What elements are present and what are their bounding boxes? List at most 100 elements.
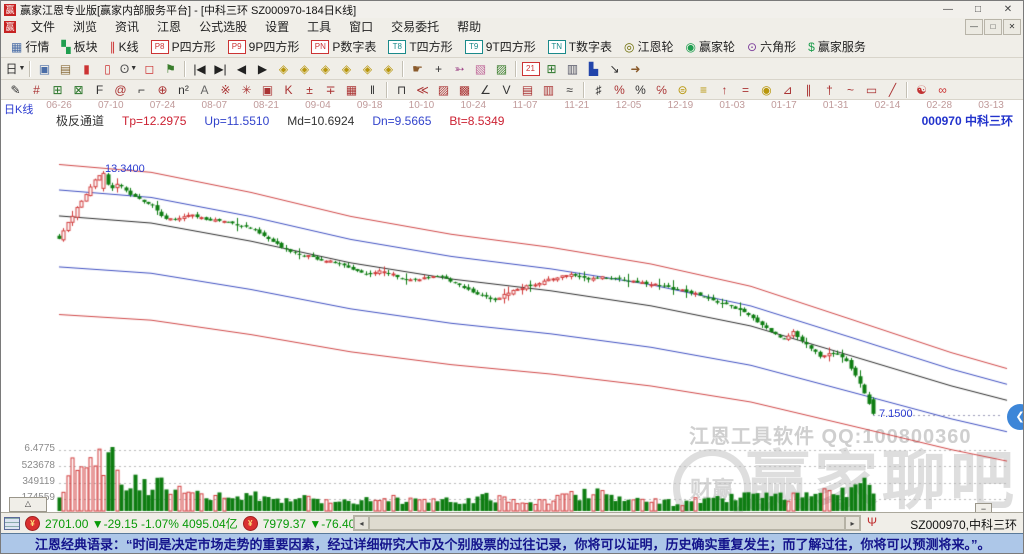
star-tool-tool[interactable]: ✳ (236, 80, 257, 100)
select-tool-tool[interactable]: ➳ (449, 59, 470, 79)
pin-a-tool[interactable]: ± (299, 80, 320, 100)
frame-mark-tool[interactable]: ◻ (139, 59, 160, 79)
box-select-tool[interactable]: ▣ (257, 80, 278, 100)
menu-7[interactable]: 工具 (298, 19, 340, 36)
gold-line-tool[interactable]: ≡ (693, 80, 714, 100)
scrollbar-thumb[interactable] (369, 516, 845, 530)
scroll-right-button[interactable]: ▸ (845, 516, 860, 530)
gauge-tool-tool[interactable]: ♯ (588, 80, 609, 100)
k-tag-tool[interactable]: K (278, 80, 299, 100)
menu-4[interactable]: 江恩 (148, 19, 190, 36)
quotes-button[interactable]: ▦行情 (5, 36, 55, 57)
grid-a-tool[interactable]: ▤ (517, 80, 538, 100)
winner-wheel-button[interactable]: ◉赢家轮 (680, 36, 742, 57)
hexagon-button[interactable]: ⊙六角形 (741, 36, 802, 57)
menu-1[interactable]: 文件 (22, 19, 64, 36)
pin-b-tool[interactable]: ∓ (320, 80, 341, 100)
menu-6[interactable]: 设置 (256, 19, 298, 36)
corner-ruler-tool[interactable]: ⌐ (131, 80, 152, 100)
shanghai-index-icon[interactable]: ¥ (25, 516, 40, 531)
zoom-diamond-right-tool[interactable]: ◈ (294, 59, 315, 79)
quote-table-icon[interactable] (4, 517, 20, 530)
pencil-tool-tool[interactable]: ✎ (5, 80, 26, 100)
v-mark-tool[interactable]: V (496, 80, 517, 100)
gold-ring-2-tool[interactable]: ◉ (756, 80, 777, 100)
ray-lines-tool[interactable]: ≪ (412, 80, 433, 100)
yinyang-tool-tool[interactable]: ☯ (911, 80, 932, 100)
menu-3[interactable]: 资讯 (106, 19, 148, 36)
gann-box-green-1-tool[interactable]: ⊞ (47, 80, 68, 100)
scroll-left-button[interactable]: ◂ (354, 516, 369, 530)
nav-first-tool[interactable]: |◀ (189, 59, 210, 79)
publish-tool-tool[interactable]: ➜ (625, 59, 646, 79)
tick-marks-tool[interactable]: ‖ (362, 80, 383, 100)
t-square-button[interactable]: T8T四方形 (382, 36, 458, 57)
minimize-button[interactable]: — (933, 2, 963, 18)
wave-lines-tool[interactable]: ≈ (559, 80, 580, 100)
winner-service-button[interactable]: $赢家服务 (802, 36, 872, 57)
horizontal-scrollbar[interactable]: ◂ ▸ (353, 515, 861, 531)
board-view-tool[interactable]: ▤ (55, 59, 76, 79)
percent-line-tool[interactable]: ℅ (651, 80, 672, 100)
kline-canvas[interactable] (1, 100, 1024, 512)
zoom-diamond-in-tool[interactable]: ◈ (357, 59, 378, 79)
f-ruler-tool[interactable]: F (89, 80, 110, 100)
save-tool-tool[interactable]: ▙ (583, 59, 604, 79)
zoom-diamond-left-tool[interactable]: ◈ (273, 59, 294, 79)
hand-tool-tool[interactable]: ☛ (407, 59, 428, 79)
hatch-a-tool[interactable]: ▨ (433, 80, 454, 100)
slash-tool-tool[interactable]: ╱ (882, 80, 903, 100)
big-grid-tool[interactable]: ▦ (341, 80, 362, 100)
pattern-red-2-tool[interactable]: ▯ (97, 59, 118, 79)
period-day-tool[interactable]: 日▼ (5, 59, 26, 79)
nav-next-tool[interactable]: ▶ (252, 59, 273, 79)
crosshair-tool-tool[interactable]: + (428, 59, 449, 79)
rail-lines-tool[interactable]: = (735, 80, 756, 100)
child-close-button[interactable]: ✕ (1003, 19, 1021, 35)
percent-red-tool[interactable]: % (609, 80, 630, 100)
channel-lines-tool[interactable]: ∥ (798, 80, 819, 100)
drag-bar-tool[interactable]: ⊓ (391, 80, 412, 100)
percent-dark-tool[interactable]: % (630, 80, 651, 100)
mark-arrow-tool[interactable]: ↑ (714, 80, 735, 100)
zoom-diamond-up-tool[interactable]: ◈ (315, 59, 336, 79)
nav-prev-tool[interactable]: ◀ (231, 59, 252, 79)
menu-9[interactable]: 交易委托 (382, 19, 448, 36)
chart-style-tool[interactable]: ▣ (34, 59, 55, 79)
nine-t-square-button[interactable]: T99T四方形 (459, 36, 542, 57)
gann-wheel-button[interactable]: ◎江恩轮 (618, 36, 680, 57)
shenzhen-index-icon[interactable]: ¥ (243, 516, 258, 531)
menu-2[interactable]: 浏览 (64, 19, 106, 36)
circle-cross-tool[interactable]: ⊕ (152, 80, 173, 100)
gann-box-green-2-tool[interactable]: ⊠ (68, 80, 89, 100)
panel-collapse-button[interactable]: △ (9, 497, 47, 512)
rect-tool-tool[interactable]: ▭ (861, 80, 882, 100)
stamp-pink-tool[interactable]: ▧ (470, 59, 491, 79)
menu-10[interactable]: 帮助 (448, 19, 490, 36)
tri-angle-tool[interactable]: ⊿ (777, 80, 798, 100)
segment-plus-tool[interactable]: † (819, 80, 840, 100)
nine-p-square-button[interactable]: P99P四方形 (222, 36, 306, 57)
angle-line-tool[interactable]: ∠ (475, 80, 496, 100)
gold-ring-tool[interactable]: ⊜ (672, 80, 693, 100)
kline-button[interactable]: ∥K线 (104, 36, 145, 57)
t-number-table-button[interactable]: TNT数字表 (542, 36, 618, 57)
menu-8[interactable]: 窗口 (340, 19, 382, 36)
export-tool-tool[interactable]: ↘ (604, 59, 625, 79)
calendar-tool-tool[interactable]: 21 (520, 59, 541, 79)
hatch-tool-tool[interactable]: # (26, 80, 47, 100)
maximize-button[interactable]: □ (963, 2, 993, 18)
p-number-table-button[interactable]: PNP数字表 (305, 36, 382, 57)
overlay-tool[interactable]: ʘ▼ (118, 59, 139, 79)
n-square-tool[interactable]: n² (173, 80, 194, 100)
a-guide-tool[interactable]: A (194, 80, 215, 100)
stamp-green-tool[interactable]: ▨ (491, 59, 512, 79)
report-tool-tool[interactable]: ▥ (562, 59, 583, 79)
pattern-red-1-tool[interactable]: ▮ (76, 59, 97, 79)
zoom-diamond-out-tool[interactable]: ◈ (378, 59, 399, 79)
grid-b-tool[interactable]: ▥ (538, 80, 559, 100)
child-minimize-button[interactable]: — (965, 19, 983, 35)
wave-tool-tool[interactable]: ~ (840, 80, 861, 100)
close-button[interactable]: ✕ (993, 2, 1023, 18)
zoom-diamond-down-tool[interactable]: ◈ (336, 59, 357, 79)
